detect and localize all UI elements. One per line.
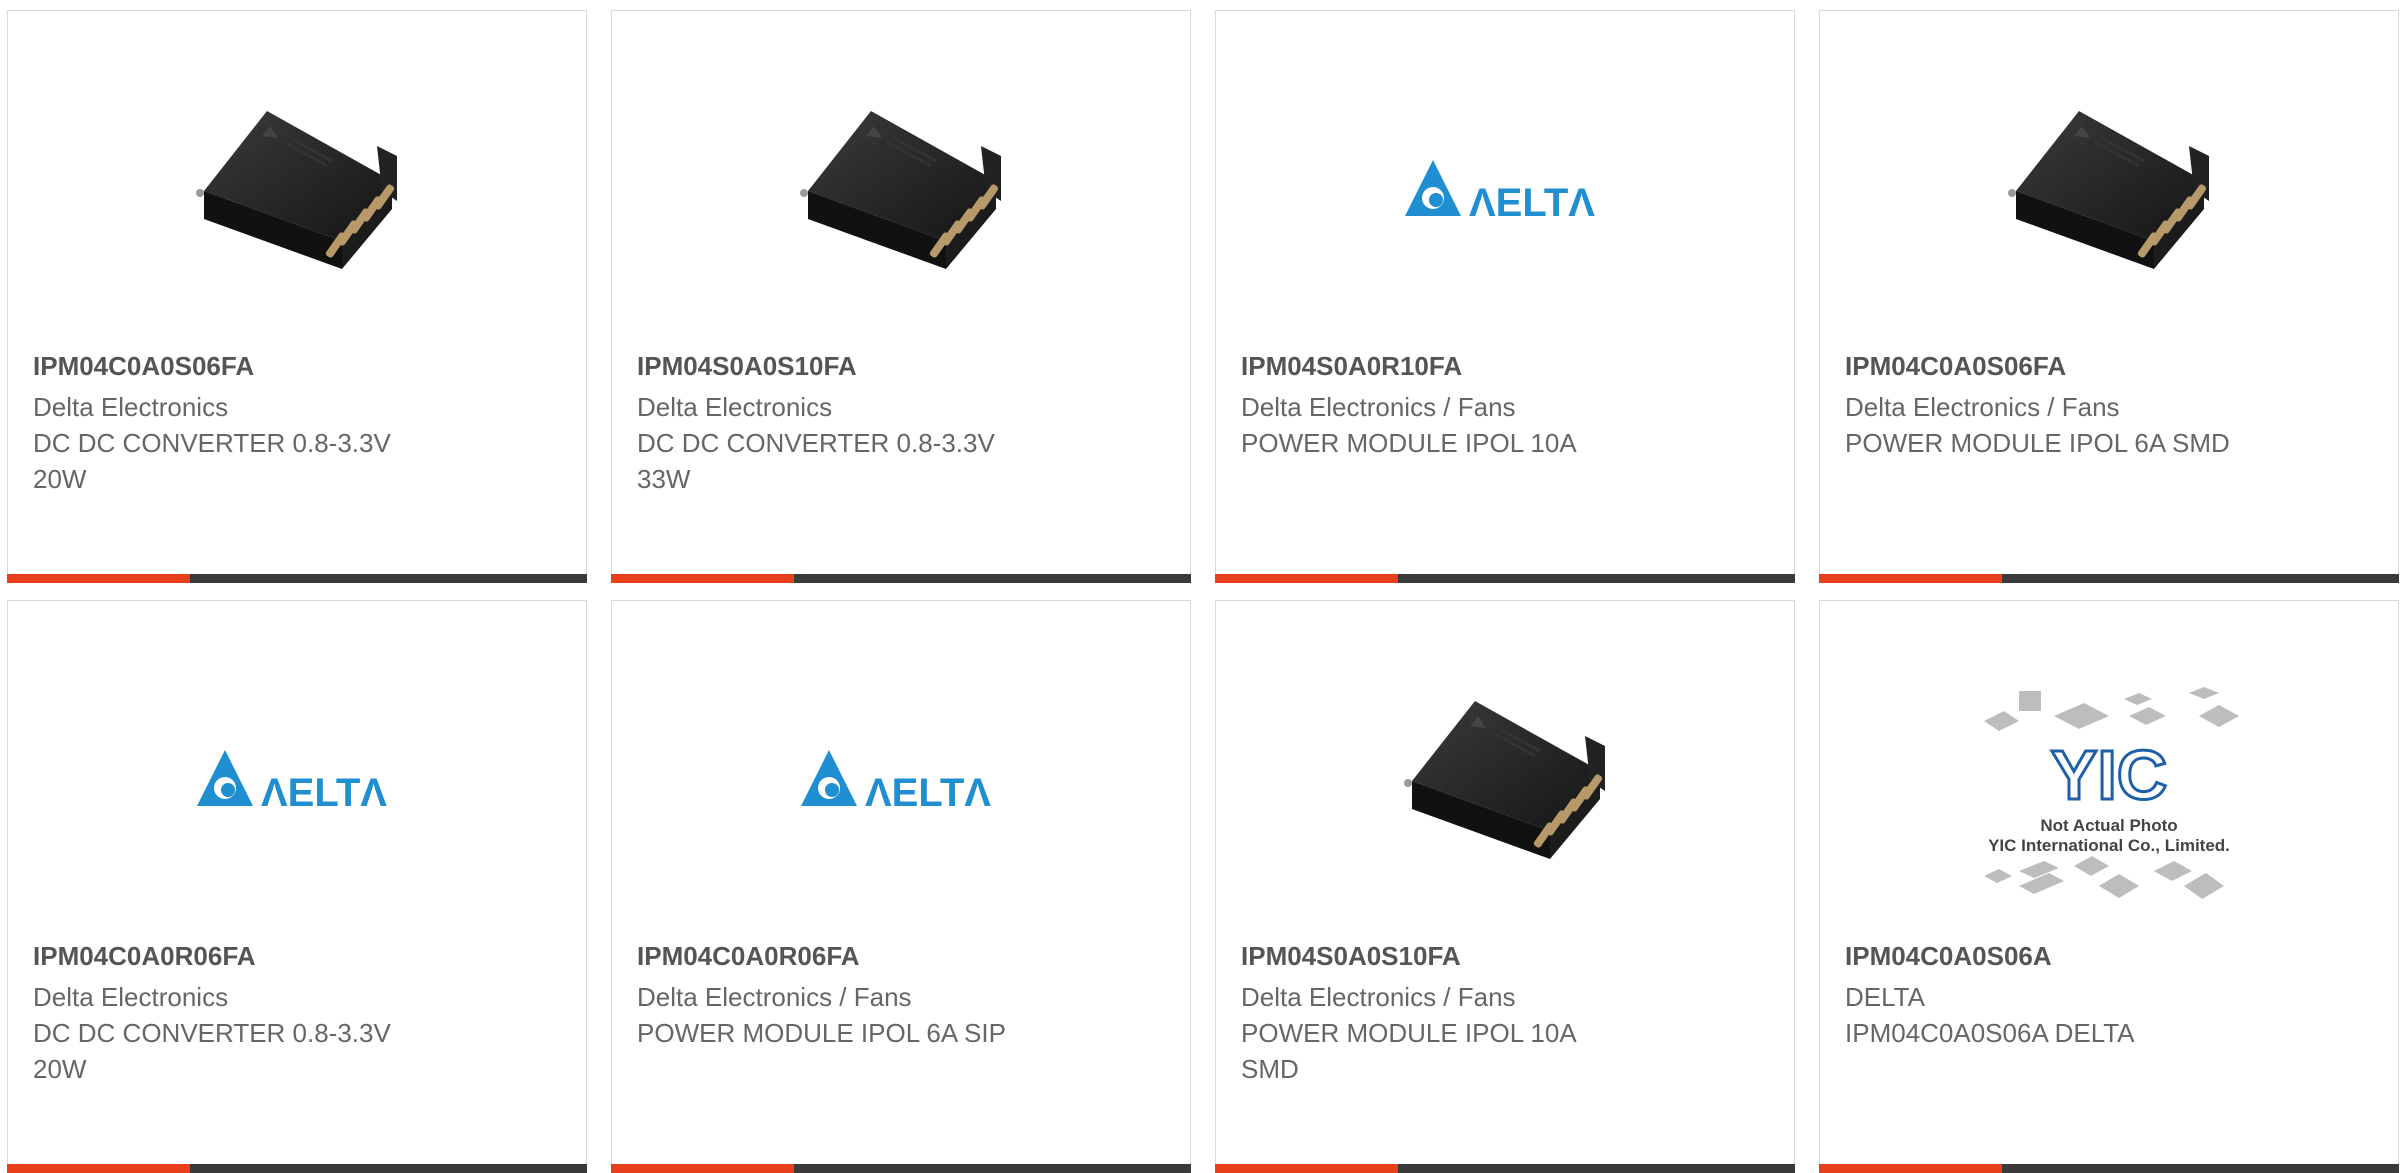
card-bottom-bar [7,1164,587,1173]
card-bottom-bar [611,574,1191,583]
product-description: IPM04C0A0S06A DELTA [1845,1018,2135,1048]
manufacturer: Delta Electronics / Fans [1241,982,1516,1012]
manufacturer: DELTA [1845,982,1925,1012]
svg-text:ΛELTΛ: ΛELTΛ [1469,181,1595,225]
product-description: POWER MODULE IPOL 6A SMD [1845,428,2230,458]
manufacturer: Delta Electronics [637,392,833,422]
delta-logo-icon: ΛELTΛ [1403,156,1607,226]
manufacturer: Delta Electronics / Fans [1845,392,2120,422]
product-info: Delta Electronics / Fans POWER MODULE IPO… [1241,389,1661,461]
product-card[interactable]: IPM04C0A0S06FA Delta Electronics / Fans PO… [1819,10,2399,583]
product-image[interactable]: YIC Not Actual Photo YIC International C… [1820,681,2398,921]
product-info: DELTA IPM04C0A0S06A DELTA [1845,979,2265,1051]
product-image[interactable]: ΛELTΛ [612,661,1190,901]
product-grid: IPM04C0A0S06FA Delta Electronics DC DC CON… [0,0,2400,1173]
card-accent-bar [611,1164,794,1173]
product-info: Delta Electronics DC DC CONVERTER 0.8-3.3… [33,389,453,497]
product-description: DC DC CONVERTER 0.8-3.3V 33W [637,428,995,494]
card-bottom-bar [7,574,587,583]
product-image[interactable] [1820,71,2398,311]
product-card[interactable]: YIC Not Actual Photo YIC International C… [1819,600,2399,1173]
card-bottom-bar [1819,1164,2399,1173]
product-description: POWER MODULE IPOL 10A [1241,428,1577,458]
product-description: DC DC CONVERTER 0.8-3.3V 20W [33,428,391,494]
card-accent-bar [1215,574,1398,583]
product-card[interactable]: ΛELTΛ IPM04C0A0R06FA Delta Electronics DC … [7,600,587,1173]
card-accent-bar [1819,1164,2002,1173]
card-accent-bar [1819,574,2002,583]
product-card[interactable]: ΛELTΛ IPM04S0A0R10FA Delta Electronics / … [1215,10,1795,583]
product-card[interactable]: ΛELTΛ IPM04C0A0R06FA Delta Electronics / … [611,600,1191,1173]
card-bottom-bar [611,1164,1191,1173]
part-number[interactable]: IPM04S0A0R10FA [1241,351,1462,382]
product-card[interactable]: IPM04S0A0S10FA Delta Electronics DC DC CON… [611,10,1191,583]
product-card[interactable]: IPM04S0A0S10FA Delta Electronics / Fans PO… [1215,600,1795,1173]
part-number[interactable]: IPM04C0A0S06A [1845,941,2052,972]
part-number[interactable]: IPM04C0A0R06FA [33,941,256,972]
card-accent-bar [611,574,794,583]
card-bottom-bar [1215,1164,1795,1173]
product-info: Delta Electronics / Fans POWER MODULE IPO… [1241,979,1661,1087]
chip-photo [192,91,402,291]
manufacturer: Delta Electronics [33,982,229,1012]
product-image[interactable]: ΛELTΛ [8,661,586,901]
product-image[interactable] [612,71,1190,311]
part-number[interactable]: IPM04C0A0S06FA [1845,351,2066,382]
card-bottom-bar [1215,574,1795,583]
delta-logo-icon: ΛELTΛ [195,746,399,816]
card-accent-bar [7,1164,190,1173]
svg-text:ΛELTΛ: ΛELTΛ [865,771,991,815]
manufacturer: Delta Electronics / Fans [637,982,912,1012]
product-description: POWER MODULE IPOL 10A SMD [1241,1018,1577,1084]
manufacturer: Delta Electronics [33,392,229,422]
part-number[interactable]: IPM04C0A0R06FA [637,941,860,972]
product-info: Delta Electronics / Fans POWER MODULE IPO… [637,979,1057,1051]
product-description: DC DC CONVERTER 0.8-3.3V 20W [33,1018,391,1084]
delta-logo-icon: ΛELTΛ [799,746,1003,816]
product-image[interactable] [1216,661,1794,901]
card-bottom-bar [1819,574,2399,583]
svg-text:ΛELTΛ: ΛELTΛ [261,771,387,815]
product-info: Delta Electronics DC DC CONVERTER 0.8-3.3… [637,389,1057,497]
card-accent-bar [1215,1164,1398,1173]
product-image[interactable]: ΛELTΛ [1216,71,1794,311]
yic-placeholder-image: YIC Not Actual Photo YIC International C… [1974,681,2244,921]
yic-line1: Not Actual Photo [2040,816,2177,835]
part-number[interactable]: IPM04S0A0S10FA [1241,941,1461,972]
chip-photo [2004,91,2214,291]
chip-photo [1400,681,1610,881]
product-info: Delta Electronics DC DC CONVERTER 0.8-3.3… [33,979,453,1087]
manufacturer: Delta Electronics / Fans [1241,392,1516,422]
yic-line2: YIC International Co., Limited. [1988,836,2230,855]
card-accent-bar [7,574,190,583]
product-image[interactable] [8,71,586,311]
chip-photo [796,91,1006,291]
svg-text:YIC: YIC [2051,736,2168,814]
product-description: POWER MODULE IPOL 6A SIP [637,1018,1006,1048]
product-card[interactable]: IPM04C0A0S06FA Delta Electronics DC DC CON… [7,10,587,583]
part-number[interactable]: IPM04C0A0S06FA [33,351,254,382]
product-info: Delta Electronics / Fans POWER MODULE IPO… [1845,389,2265,461]
part-number[interactable]: IPM04S0A0S10FA [637,351,857,382]
